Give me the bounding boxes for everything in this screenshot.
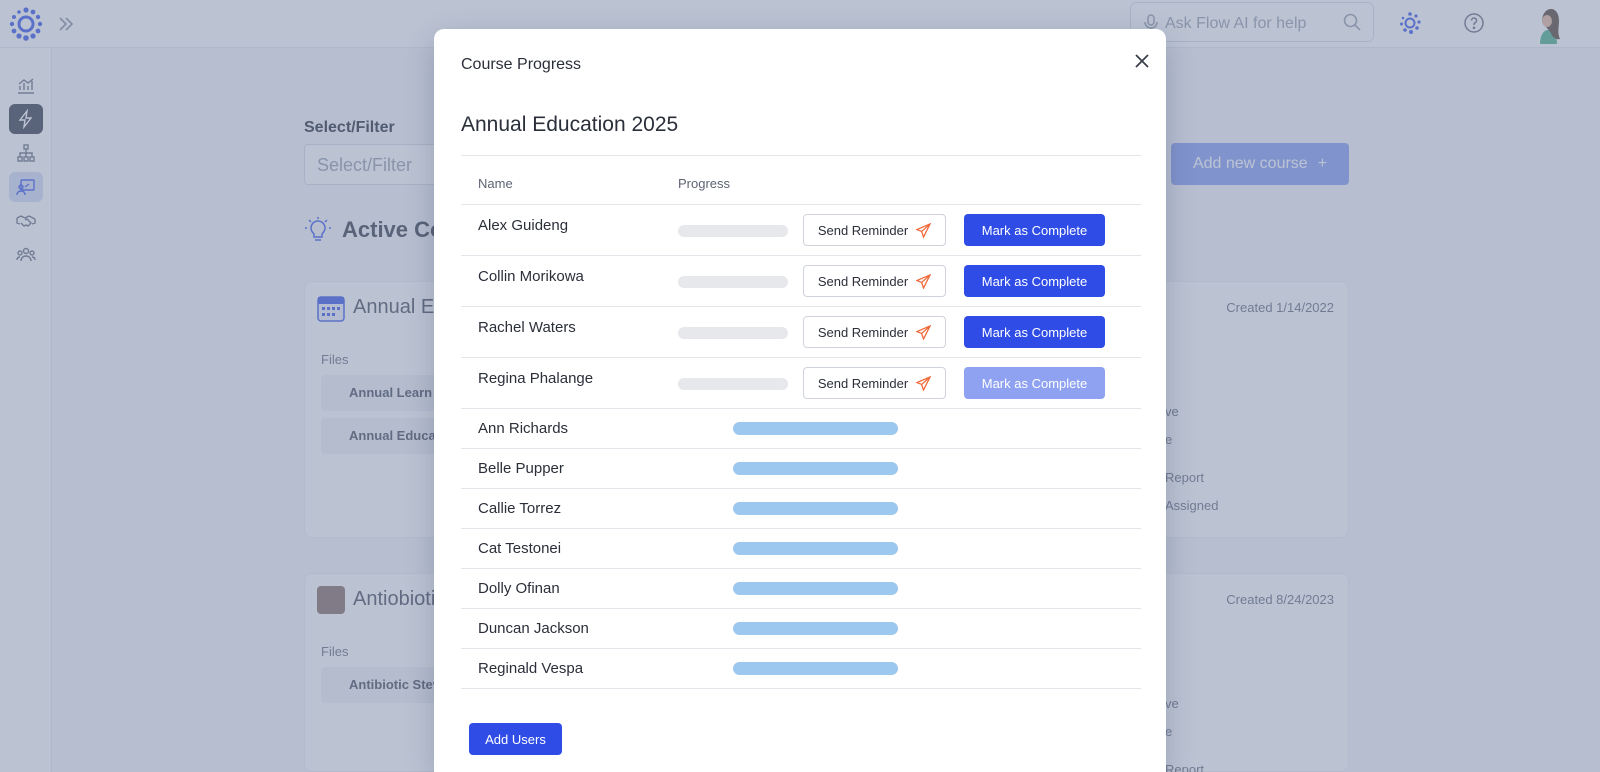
- pending-rows: Alex Guideng Send Reminder Mark as Complet…: [461, 205, 1141, 409]
- user-name: Reginald Vespa: [478, 660, 584, 677]
- send-reminder-button[interactable]: Send Reminder: [803, 214, 946, 246]
- send-reminder-button[interactable]: Send Reminder: [803, 265, 946, 297]
- progress-bar: [678, 327, 788, 339]
- table-row: Callie Torrez: [461, 489, 1141, 529]
- table-header: Name Progress: [461, 156, 1141, 205]
- course-progress-modal: Course Progress Annual Education 2025 Na…: [434, 29, 1166, 772]
- column-header-progress: Progress: [678, 176, 731, 191]
- paper-plane-icon: [916, 324, 932, 340]
- table-row: Regina Phalange Send Reminder Mark as Comp…: [461, 358, 1141, 409]
- paper-plane-icon: [916, 375, 932, 391]
- progress-bar: [733, 582, 898, 595]
- user-name: Rachel Waters: [478, 319, 576, 336]
- add-users-button[interactable]: Add Users: [469, 723, 562, 755]
- column-header-name: Name: [478, 176, 513, 191]
- user-name: Callie Torrez: [478, 500, 562, 517]
- send-reminder-label: Send Reminder: [817, 222, 909, 238]
- completed-rows: Ann Richards Belle Pupper Callie Torrez Cat…: [461, 409, 1141, 689]
- mark-complete-button[interactable]: Mark as Complete: [964, 367, 1105, 399]
- user-name: Ann Richards: [478, 420, 569, 437]
- send-reminder-label: Send Reminder: [817, 324, 909, 340]
- user-name: Belle Pupper: [478, 460, 564, 477]
- close-icon[interactable]: [1132, 51, 1152, 71]
- user-name: Regina Phalange: [478, 370, 594, 387]
- table-row: Dolly Ofinan: [461, 569, 1141, 609]
- progress-bar: [678, 378, 788, 390]
- send-reminder-button[interactable]: Send Reminder: [803, 316, 946, 348]
- modal-title: Course Progress: [461, 56, 582, 73]
- table-row: Rachel Waters Send Reminder Mark as Comple…: [461, 307, 1141, 358]
- user-name: Cat Testonei: [478, 540, 562, 557]
- send-reminder-button[interactable]: Send Reminder: [803, 367, 946, 399]
- user-name: Duncan Jackson: [478, 620, 589, 637]
- table-row: Collin Morikowa Send Reminder Mark as Comp…: [461, 256, 1141, 307]
- paper-plane-icon: [916, 273, 932, 289]
- progress-bar: [733, 542, 898, 555]
- user-name: Alex Guideng: [478, 217, 569, 234]
- paper-plane-icon: [916, 222, 932, 238]
- table-row: Cat Testonei: [461, 529, 1141, 569]
- progress-bar: [733, 422, 898, 435]
- table-row: Reginald Vespa: [461, 649, 1141, 689]
- progress-table: Name Progress Alex Guideng Send Reminder M…: [461, 155, 1141, 689]
- progress-bar: [733, 662, 898, 675]
- progress-bar: [733, 622, 898, 635]
- progress-bar: [678, 276, 788, 288]
- send-reminder-label: Send Reminder: [817, 375, 909, 391]
- progress-bar: [678, 225, 788, 237]
- table-row: Ann Richards: [461, 409, 1141, 449]
- course-name: Annual Education 2025: [461, 113, 679, 136]
- user-name: Dolly Ofinan: [478, 580, 560, 597]
- user-name: Collin Morikowa: [478, 268, 584, 285]
- mark-complete-button[interactable]: Mark as Complete: [964, 316, 1105, 348]
- send-reminder-label: Send Reminder: [817, 273, 909, 289]
- table-row: Duncan Jackson: [461, 609, 1141, 649]
- mark-complete-button[interactable]: Mark as Complete: [964, 214, 1105, 246]
- table-row: Belle Pupper: [461, 449, 1141, 489]
- progress-bar: [733, 462, 898, 475]
- table-row: Alex Guideng Send Reminder Mark as Complet…: [461, 205, 1141, 256]
- progress-bar: [733, 502, 898, 515]
- mark-complete-button[interactable]: Mark as Complete: [964, 265, 1105, 297]
